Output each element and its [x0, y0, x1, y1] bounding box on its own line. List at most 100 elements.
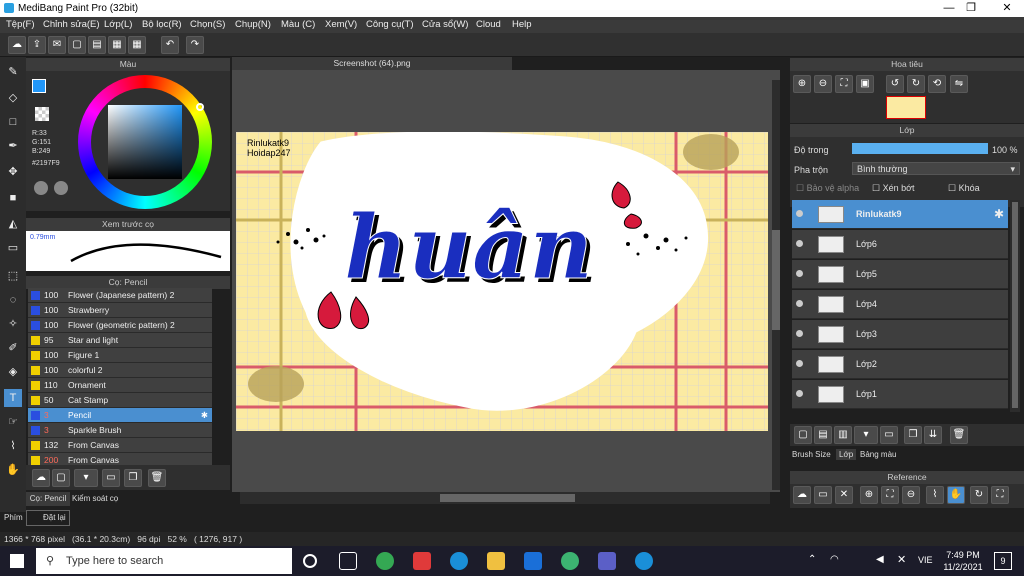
flip-icon[interactable]: ⇋	[950, 75, 968, 93]
comment-icon[interactable]: ✉	[48, 36, 66, 54]
saturation-square[interactable]	[108, 105, 182, 179]
visibility-icon[interactable]	[796, 210, 803, 217]
vertical-scroll-thumb[interactable]	[772, 230, 780, 330]
magic-wand-icon[interactable]: ✧	[4, 315, 22, 333]
brush-item[interactable]: 100 Figure 1	[28, 348, 212, 363]
brush-item[interactable]: 95 Star and light	[28, 333, 212, 348]
edge-icon[interactable]	[450, 552, 468, 570]
primary-color-swatch[interactable]	[32, 79, 46, 93]
visibility-icon[interactable]	[796, 300, 803, 307]
undo-icon[interactable]: ↶	[161, 36, 179, 54]
rotate-reset-icon[interactable]: ⟲	[928, 75, 946, 93]
tab-document[interactable]: Screenshot (64).png	[232, 57, 512, 70]
duplicate-icon[interactable]: ❐	[124, 469, 142, 487]
tab-layer[interactable]: Lớp	[836, 449, 857, 460]
layer-scrollbar[interactable]	[1010, 200, 1020, 412]
operation-icon[interactable]: ☞	[4, 413, 22, 431]
gear-icon[interactable]: ✱	[201, 408, 208, 423]
tab-brush-control[interactable]: Kiểm soát cọ	[72, 492, 124, 506]
brush-item[interactable]: 50 Cat Stamp	[28, 393, 212, 408]
brush-item[interactable]: 110 Ornament	[28, 378, 212, 393]
eyedropper-icon[interactable]: ⌇	[4, 437, 22, 455]
redo-icon[interactable]: ↷	[186, 36, 204, 54]
reset-button[interactable]: Đặt lại	[26, 510, 70, 526]
cortana-icon[interactable]	[303, 554, 317, 568]
ref-fit-icon[interactable]: ⛶	[881, 486, 899, 504]
grid-icon[interactable]: ▦	[128, 36, 146, 54]
gradient-icon[interactable]: ▭	[4, 239, 22, 257]
app-icon[interactable]	[561, 552, 579, 570]
gear-icon[interactable]: ✱	[994, 207, 1004, 221]
trash-icon[interactable]: 🗑	[148, 469, 166, 487]
menu-tools[interactable]: Công cụ(T)	[366, 19, 414, 30]
windows-start-icon[interactable]	[10, 554, 24, 568]
navigator-thumbnail[interactable]	[886, 96, 926, 119]
tab-brush[interactable]: Cọ: Pencil	[26, 492, 70, 506]
ref-close-icon[interactable]: ✕	[835, 486, 853, 504]
ref-hand-icon[interactable]: ✋	[947, 486, 965, 504]
visibility-icon[interactable]	[796, 240, 803, 247]
actual-size-icon[interactable]: ▣	[856, 75, 874, 93]
brush-item[interactable]: 100 colorful 2	[28, 363, 212, 378]
ref-open-icon[interactable]: ▭	[814, 486, 832, 504]
delete-layer-icon[interactable]: 🗑	[950, 426, 968, 444]
palette-icon[interactable]	[34, 181, 48, 195]
brush-item[interactable]: 100 Flower (geometric pattern) 2	[28, 318, 212, 333]
menu-layer[interactable]: Lớp(L)	[104, 19, 132, 30]
text-icon[interactable]: T	[4, 389, 22, 407]
tray-up-icon[interactable]: ⌃	[808, 554, 816, 565]
blend-select[interactable]: Bình thường ▾	[852, 162, 1020, 175]
visibility-icon[interactable]	[796, 390, 803, 397]
menu-help[interactable]: Help	[512, 19, 532, 30]
move-icon[interactable]: ✥	[4, 163, 22, 181]
layer-row[interactable]: Lớp6	[792, 230, 1008, 259]
hand-icon[interactable]: ✋	[4, 461, 22, 479]
menu-edit[interactable]: Chỉnh sửa(E)	[43, 19, 100, 30]
volume-icon[interactable]: ◀	[876, 554, 884, 565]
pen-icon[interactable]: ✒	[4, 137, 22, 155]
lock-checkbox[interactable]: ☐ Khóa	[948, 183, 980, 194]
brush-icon[interactable]: ✎	[4, 63, 22, 81]
menu-snap[interactable]: Chụp(N)	[235, 19, 271, 30]
ref-zoom-out-icon[interactable]: ⊖	[902, 486, 920, 504]
document-canvas[interactable]: huân huân Rinlukatk9 Hoidap247	[236, 132, 768, 431]
ref-cloud-icon[interactable]: ☁	[793, 486, 811, 504]
merge-layer-icon[interactable]: ⇊	[924, 426, 942, 444]
layer-row[interactable]: Lớp3	[792, 320, 1008, 349]
new-halftone-layer-icon[interactable]: ▤	[814, 426, 832, 444]
vertical-scrollbar[interactable]	[772, 80, 780, 490]
new-file-icon[interactable]: ▢	[68, 36, 86, 54]
document-icon[interactable]: ▤	[88, 36, 106, 54]
notification-center[interactable]: 9	[994, 552, 1012, 570]
select-eraser-icon[interactable]: ◈	[4, 363, 22, 381]
cloud-download-icon[interactable]: ☁	[32, 469, 50, 487]
horizontal-scroll-thumb[interactable]	[440, 494, 575, 502]
language-indicator[interactable]: VIE	[918, 555, 933, 565]
brush-item[interactable]: 100 Strawberry	[28, 303, 212, 318]
eraser-icon[interactable]: ◇	[4, 89, 22, 107]
fit-icon[interactable]: ⛶	[835, 75, 853, 93]
hue-handle[interactable]	[196, 103, 204, 111]
layer-row[interactable]: Lớp1	[792, 380, 1008, 409]
new-8bit-layer-icon[interactable]: ▥	[834, 426, 852, 444]
hue-wheel[interactable]	[78, 75, 212, 209]
lasso-icon[interactable]: ◌	[4, 291, 22, 309]
opacity-slider[interactable]	[852, 143, 988, 154]
teams-icon[interactable]	[598, 552, 616, 570]
comic-icon[interactable]: ▦	[108, 36, 126, 54]
layer-row[interactable]: Lớp5	[792, 260, 1008, 289]
shape-icon[interactable]: □	[4, 113, 22, 131]
layer-row[interactable]: Lớp2	[792, 350, 1008, 379]
brush-item[interactable]: 100 Flower (Japanese pattern) 2	[28, 288, 212, 303]
visibility-icon[interactable]	[796, 330, 803, 337]
chrome-icon[interactable]	[376, 552, 394, 570]
menu-view[interactable]: Xem(V)	[325, 19, 357, 30]
menu-window[interactable]: Cửa sổ(W)	[422, 19, 468, 30]
new-brush-icon[interactable]: ▢	[52, 469, 70, 487]
brush-menu-icon[interactable]: ▾	[74, 469, 98, 487]
tab-palette[interactable]: Bảng màu	[860, 450, 896, 459]
select-rect-icon[interactable]: ⬚	[4, 267, 22, 285]
duplicate-layer-icon[interactable]: ❐	[904, 426, 922, 444]
menu-select[interactable]: Chọn(S)	[190, 19, 225, 30]
ref-rotate-icon[interactable]: ↻	[970, 486, 988, 504]
